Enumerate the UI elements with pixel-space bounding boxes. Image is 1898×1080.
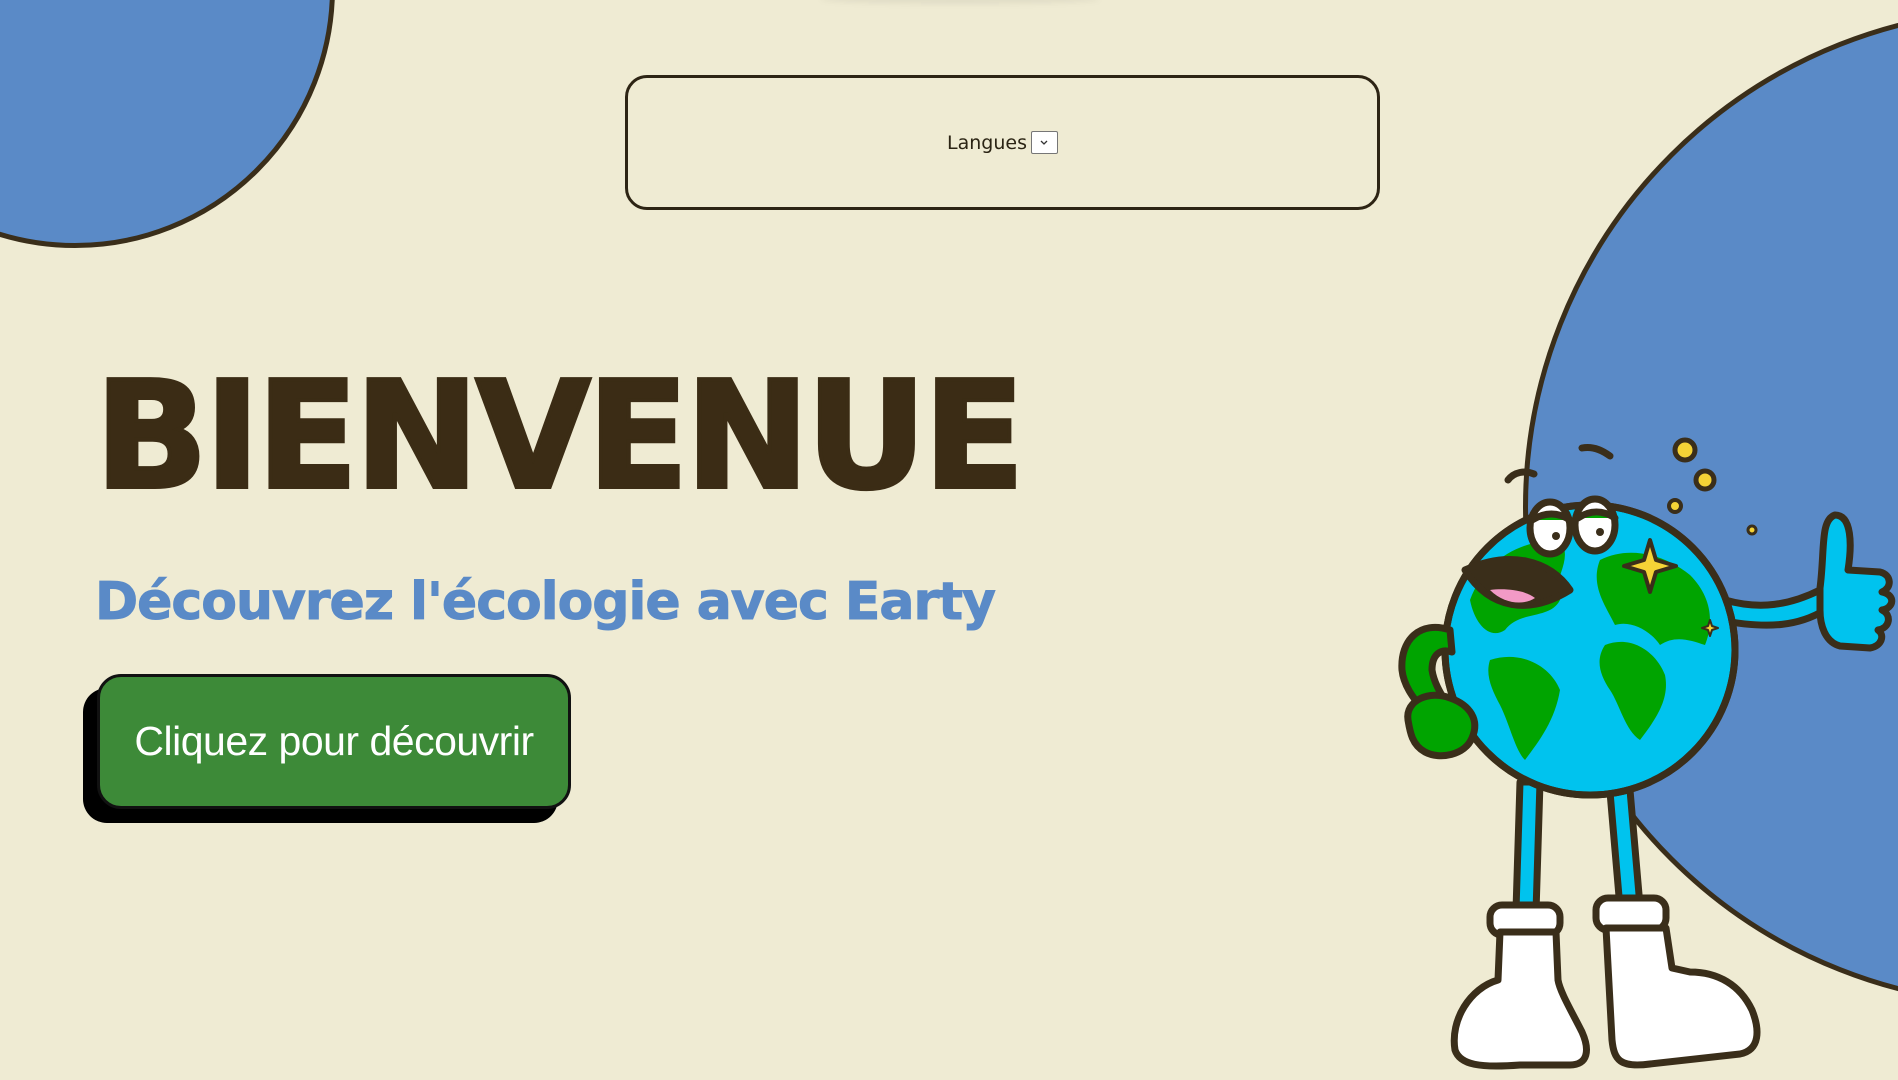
language-select[interactable] xyxy=(1030,131,1058,154)
page: Langues BIENVENUE Découvrez l'écologie a… xyxy=(0,0,1898,1080)
language-label: Langues xyxy=(947,131,1027,154)
discover-button[interactable]: Cliquez pour découvrir xyxy=(97,674,571,809)
page-title: BIENVENUE xyxy=(93,350,1027,522)
page-subtitle: Découvrez l'écologie avec Earty xyxy=(95,572,997,633)
decorative-blue-circle-top-left xyxy=(0,0,335,248)
decorative-shadow xyxy=(820,0,1100,4)
chevron-down-icon xyxy=(1041,140,1048,145)
language-selector-box: Langues xyxy=(625,75,1380,210)
earth-mascot-illustration xyxy=(1398,437,1896,1070)
